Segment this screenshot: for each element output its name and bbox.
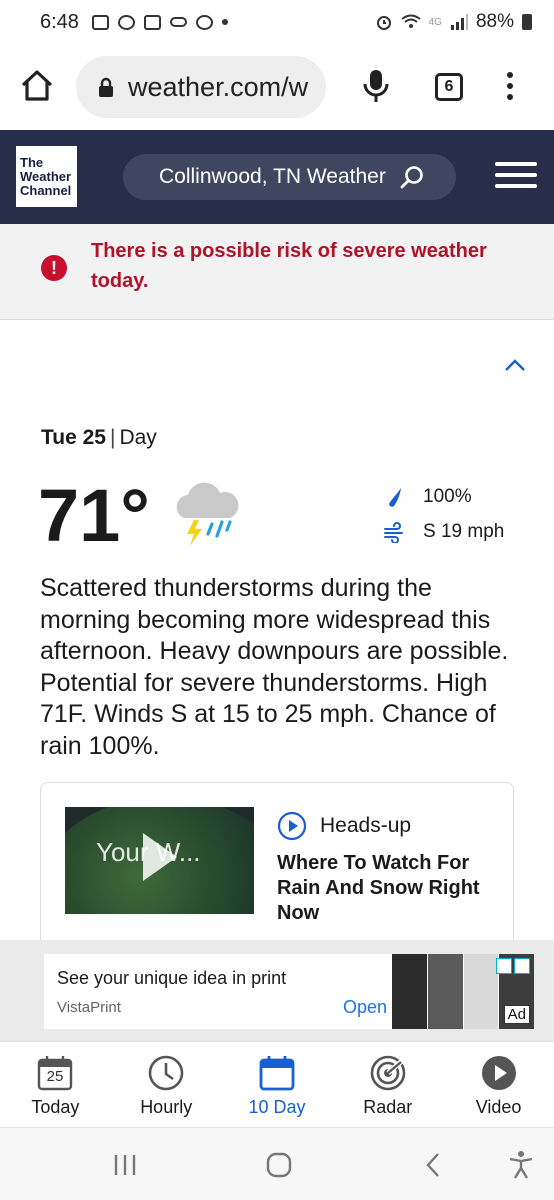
precip-chance: 100% [383, 486, 472, 508]
tab-switcher-button[interactable]: 6 [435, 73, 463, 101]
wind-value: S 19 mph [423, 521, 505, 542]
ad-card[interactable]: See your unique idea in print VistaPrint… [44, 954, 534, 1029]
clock-icon [148, 1055, 184, 1091]
ad-title: See your unique idea in print [57, 968, 287, 988]
play-circle-icon [277, 811, 307, 841]
home-icon[interactable] [20, 68, 54, 102]
ad-label: Ad [503, 1005, 530, 1024]
radar-icon [370, 1055, 406, 1091]
ad-brand: VistaPrint [57, 999, 121, 1016]
status-bar: 6:48 4G 88% [0, 0, 554, 44]
raindrop-icon [389, 488, 401, 507]
back-icon[interactable] [419, 1150, 449, 1180]
forecast-period: Day [119, 426, 157, 449]
alert-text: There is a possible risk of severe weath… [91, 240, 487, 292]
video-tag-label: Heads-up [320, 814, 412, 837]
forecast-day-header: Tue 25 | Day [41, 426, 157, 449]
url-text: weather.com/w [128, 71, 309, 102]
more-options-icon[interactable] [505, 72, 515, 104]
temperature: 71° [38, 474, 150, 557]
nav-today-label: Today [31, 1097, 80, 1117]
alert-icon: ! [41, 255, 67, 281]
accessibility-icon[interactable] [506, 1150, 536, 1180]
nav-hourly[interactable]: Hourly [111, 1042, 222, 1128]
notification-app-icon [91, 14, 109, 30]
ad-banner: See your unique idea in print VistaPrint… [0, 940, 554, 1041]
nav-video[interactable]: Video [443, 1042, 554, 1128]
system-navigation-bar [0, 1127, 554, 1200]
location-search-button[interactable]: Collinwood, TN Weather [123, 154, 456, 200]
nav-hourly-label: Hourly [140, 1097, 193, 1117]
ad-choices-icon[interactable] [496, 958, 530, 974]
nav-radar[interactable]: Radar [332, 1042, 443, 1128]
notification-app-icon [195, 14, 213, 30]
video-card[interactable]: Your W... Heads-up Where To Watch For Ra… [40, 782, 514, 962]
battery-percent: 88% [475, 11, 514, 32]
browser-toolbar: weather.com/w 6 [0, 44, 554, 130]
wind: S 19 mph [383, 521, 504, 543]
battery-icon [522, 14, 532, 30]
voicemail-icon [169, 17, 187, 27]
nav-video-label: Video [475, 1097, 522, 1117]
ad-open-button[interactable]: Open [343, 997, 387, 1018]
microphone-icon[interactable] [362, 68, 390, 104]
wifi-icon [401, 14, 421, 28]
video-headline[interactable]: Where To Watch For Rain And Snow Right N… [277, 851, 497, 926]
home-button-icon[interactable] [264, 1150, 294, 1180]
twc-logo[interactable]: The Weather Channel [16, 146, 77, 207]
network-type: 4G [428, 16, 442, 28]
recent-apps-icon[interactable] [110, 1150, 140, 1180]
address-bar[interactable]: weather.com/w [76, 56, 326, 118]
video-thumbnail[interactable]: Your W... [65, 807, 254, 914]
calendar-icon [259, 1056, 295, 1091]
forecast-description: Scattered thunderstorms during the morni… [40, 574, 509, 760]
severe-weather-alert[interactable]: ! There is a possible risk of severe wea… [0, 224, 554, 320]
location-search-text: Collinwood, TN Weather [159, 165, 386, 188]
alarm-icon [376, 16, 391, 30]
play-circle-icon [481, 1056, 516, 1090]
status-time: 6:48 [40, 10, 79, 33]
signal-icon [450, 14, 468, 30]
nav-radar-label: Radar [363, 1097, 413, 1117]
menu-icon[interactable] [495, 162, 537, 190]
search-icon [400, 166, 423, 189]
more-notifications-icon [221, 19, 228, 25]
chevron-up-icon[interactable] [503, 356, 527, 374]
nav-10-day-label: 10 Day [248, 1097, 306, 1117]
video-tag: Heads-up [277, 811, 411, 841]
site-header: The Weather Channel Collinwood, TN Weath… [0, 130, 554, 224]
forecast-day: Tue 25 [41, 426, 106, 449]
message-notification-icon [143, 14, 161, 30]
play-icon [143, 833, 177, 881]
nav-today[interactable]: 25 Today [0, 1042, 111, 1128]
lock-icon [99, 77, 113, 97]
nav-10-day[interactable]: 10 Day [222, 1042, 333, 1128]
bottom-navigation: 25 Today Hourly 10 Day Radar Video [0, 1041, 554, 1127]
notification-app-icon [117, 14, 135, 30]
today-date: 25 [46, 1068, 64, 1085]
precip-chance-value: 100% [423, 486, 472, 507]
wind-icon [384, 522, 403, 543]
thunderstorm-icon [176, 482, 239, 546]
